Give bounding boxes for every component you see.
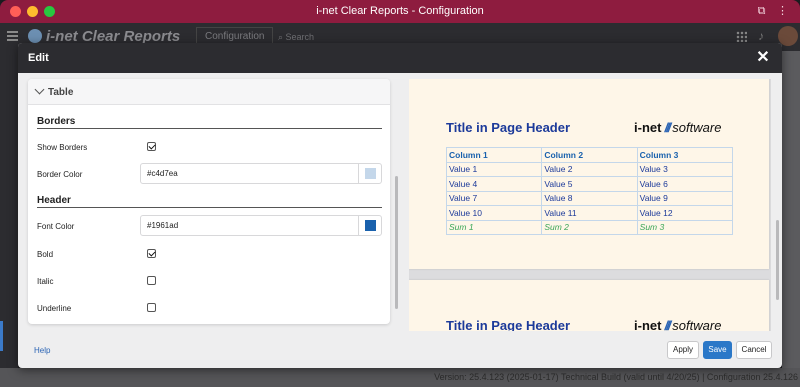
external-link-icon[interactable]: ⧉	[755, 5, 768, 18]
panel-header-table[interactable]: Table	[28, 79, 390, 105]
preview-table: Column 1 Column 2 Column 3 Value 1 Value…	[445, 147, 734, 235]
preview-page: Title in Page Header i-net///software	[409, 280, 769, 331]
field-divider	[358, 164, 359, 183]
table-row: Value 10 Value 11 Value 12	[445, 205, 734, 221]
table-row: Value 7 Value 8 Value 9	[445, 190, 734, 206]
window-titlebar: i-net Clear Reports - Configuration ⧉ ⋮	[0, 0, 800, 23]
group-divider	[37, 207, 382, 208]
group-title-borders: Borders	[37, 116, 76, 127]
border-color-value: #c4d7ea	[147, 169, 178, 178]
bell-icon[interactable]: ♪	[758, 29, 764, 43]
table-header-cell: Column 1	[445, 147, 543, 163]
font-color-label: Font Color	[37, 222, 75, 231]
chevron-down-icon	[34, 84, 45, 95]
table-cell: Value 2	[541, 161, 638, 177]
table-sum-cell: Sum 1	[445, 219, 543, 235]
table-cell: Value 3	[636, 161, 734, 177]
border-color-field[interactable]: #c4d7ea	[140, 163, 382, 184]
vendor-logo: i-net///software	[634, 318, 722, 331]
italic-label: Italic	[37, 277, 54, 286]
table-cell: Value 1	[445, 161, 543, 177]
background-content	[782, 51, 800, 387]
dialog-title: Edit	[28, 52, 49, 64]
report-preview: Title in Page Header i-net///software Co…	[409, 79, 771, 331]
show-borders-checkbox[interactable]	[147, 142, 156, 151]
sidebar-active-indicator	[0, 321, 3, 351]
version-text: Version: 25.4.123 (2025-01-17) Technical…	[434, 372, 798, 382]
group-title-header: Header	[37, 195, 71, 206]
properties-scrollbar[interactable]	[395, 176, 398, 309]
table-sum-cell: Sum 2	[541, 219, 638, 235]
underline-checkbox[interactable]	[147, 303, 156, 312]
font-color-field[interactable]: #1961ad	[140, 215, 382, 236]
table-cell: Value 6	[636, 176, 734, 192]
border-color-label: Border Color	[37, 170, 83, 179]
table-header-cell: Column 3	[636, 147, 734, 163]
page-header-title: Title in Page Header	[446, 120, 571, 135]
save-button[interactable]: Save	[703, 341, 732, 359]
menu-icon[interactable]	[7, 31, 18, 41]
apps-grid-icon[interactable]	[736, 31, 747, 42]
cancel-button[interactable]: Cancel	[736, 341, 772, 359]
group-divider	[37, 128, 382, 129]
table-cell: Value 4	[445, 176, 543, 192]
dialog-header: Edit ✕	[18, 43, 782, 73]
font-color-value: #1961ad	[147, 221, 179, 230]
table-cell: Value 11	[541, 205, 638, 221]
app-logo-icon	[28, 29, 42, 43]
edit-dialog: Edit ✕ Table Borders Show Borders Border…	[18, 43, 782, 368]
italic-checkbox[interactable]	[147, 276, 156, 285]
show-borders-label: Show Borders	[37, 143, 88, 152]
table-sum-row: Sum 1 Sum 2 Sum 3	[445, 219, 734, 235]
status-footer: Version: 25.4.123 (2025-01-17) Technical…	[0, 368, 800, 387]
vendor-logo: i-net///software	[634, 120, 722, 135]
table-header-cell: Column 2	[541, 147, 638, 163]
table-row: Value 1 Value 2 Value 3	[445, 161, 734, 177]
panel-title: Table	[48, 87, 74, 98]
preview-page: Title in Page Header i-net///software Co…	[409, 79, 769, 269]
table-cell: Value 8	[541, 190, 638, 206]
apply-button[interactable]: Apply	[667, 341, 699, 359]
close-dialog-button[interactable]: ✕	[754, 49, 772, 67]
table-cell: Value 5	[541, 176, 638, 192]
table-header-row: Column 1 Column 2 Column 3	[445, 147, 734, 163]
more-options-icon[interactable]: ⋮	[776, 5, 789, 18]
field-divider	[358, 216, 359, 235]
table-cell: Value 9	[636, 190, 734, 206]
table-cell: Value 7	[445, 190, 543, 206]
window-title: i-net Clear Reports - Configuration	[316, 5, 484, 17]
preview-scrollbar[interactable]	[776, 220, 779, 300]
page-header-title: Title in Page Header	[446, 318, 571, 331]
help-link[interactable]: Help	[34, 346, 50, 355]
table-properties-panel: Table Borders Show Borders Border Color …	[28, 79, 390, 324]
search-icon: ⌕	[278, 32, 286, 42]
bold-checkbox[interactable]	[147, 249, 156, 258]
table-sum-cell: Sum 3	[636, 219, 734, 235]
sidebar	[0, 51, 18, 387]
search-placeholder: Search	[285, 32, 315, 42]
table-cell: Value 10	[445, 205, 543, 221]
table-row: Value 4 Value 5 Value 6	[445, 176, 734, 192]
bold-label: Bold	[37, 250, 54, 259]
table-cell: Value 12	[636, 205, 734, 221]
underline-label: Underline	[37, 304, 72, 313]
font-color-swatch[interactable]	[365, 220, 376, 231]
border-color-swatch[interactable]	[365, 168, 376, 179]
